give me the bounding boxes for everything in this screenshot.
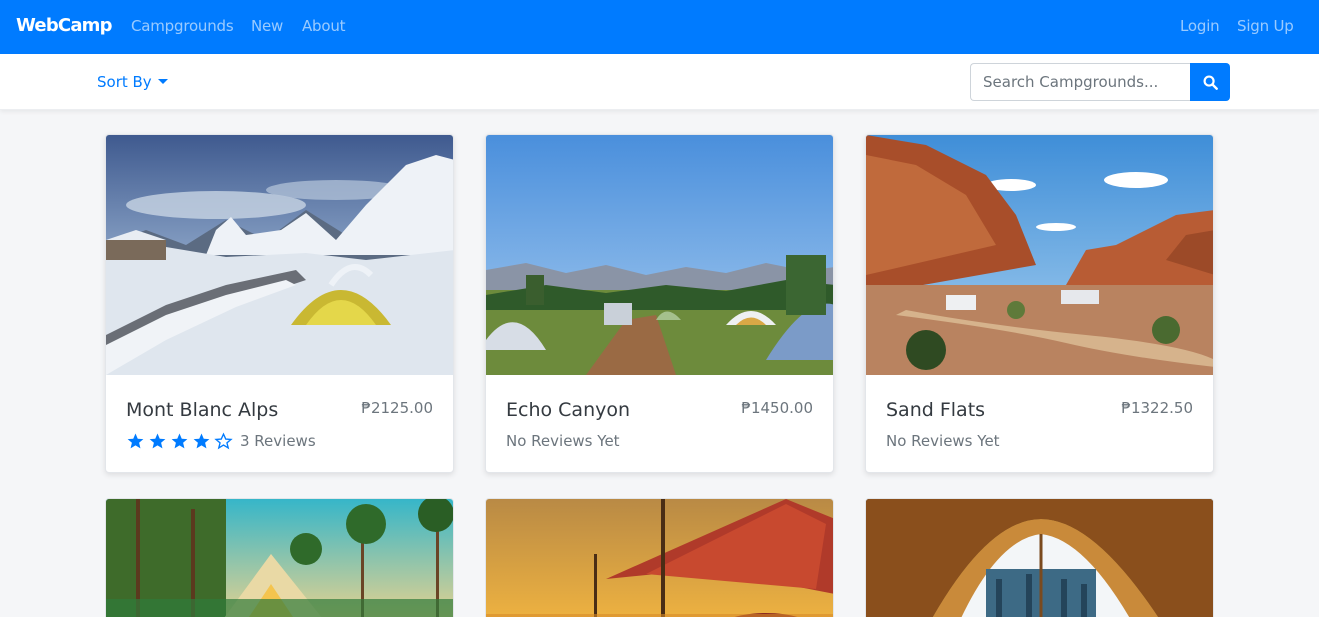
search-button[interactable] <box>1190 63 1230 101</box>
campground-reviews: No Reviews Yet <box>886 432 1000 450</box>
campground-reviews: 3 Reviews <box>126 432 316 450</box>
campground-image <box>866 135 1213 375</box>
caret-down-icon <box>157 78 168 84</box>
nav-link-campgrounds[interactable]: Campgrounds <box>131 17 234 35</box>
toolbar: Sort By <box>0 54 1319 110</box>
star-filled-icon <box>127 433 144 449</box>
campground-image <box>106 135 453 375</box>
campground-price: ₱1322.50 <box>1121 399 1193 417</box>
campground-image <box>106 499 453 617</box>
campground-name[interactable]: Sand Flats <box>886 399 985 421</box>
star-empty-icon <box>214 432 233 450</box>
search-icon <box>1203 75 1218 90</box>
campground-card[interactable] <box>865 498 1214 617</box>
review-count: No Reviews Yet <box>886 432 1000 450</box>
navbar: WebCamp Campgrounds New About Login Sign… <box>0 0 1319 54</box>
campground-card[interactable]: Echo Canyon ₱1450.00 No Reviews Yet <box>485 134 834 473</box>
nav-link-login[interactable]: Login <box>1180 17 1220 35</box>
campground-image <box>486 135 833 375</box>
search-input[interactable] <box>970 63 1190 101</box>
nav-link-signup[interactable]: Sign Up <box>1237 17 1294 35</box>
nav-link-about[interactable]: About <box>302 17 346 35</box>
star-filled-icon <box>193 433 210 449</box>
campground-image <box>486 499 833 617</box>
star-filled-icon <box>171 433 188 449</box>
campground-image <box>866 499 1213 617</box>
campground-price: ₱1450.00 <box>741 399 813 417</box>
campground-price: ₱2125.00 <box>361 399 433 417</box>
star-filled-icon <box>149 433 166 449</box>
sort-by-dropdown[interactable]: Sort By <box>97 73 168 91</box>
star-rating <box>126 432 236 450</box>
sort-by-label: Sort By <box>97 73 152 91</box>
nav-link-new[interactable]: New <box>251 17 283 35</box>
campground-card[interactable] <box>485 498 834 617</box>
campground-name[interactable]: Echo Canyon <box>506 399 630 421</box>
campground-card[interactable] <box>105 498 454 617</box>
review-count: 3 Reviews <box>240 432 316 450</box>
campground-card[interactable]: Mont Blanc Alps ₱2125.00 3 Reviews <box>105 134 454 473</box>
brand-logo[interactable]: WebCamp <box>16 15 113 36</box>
review-count: No Reviews Yet <box>506 432 620 450</box>
campground-card[interactable]: Sand Flats ₱1322.50 No Reviews Yet <box>865 134 1214 473</box>
campground-reviews: No Reviews Yet <box>506 432 620 450</box>
campground-name[interactable]: Mont Blanc Alps <box>126 399 278 421</box>
